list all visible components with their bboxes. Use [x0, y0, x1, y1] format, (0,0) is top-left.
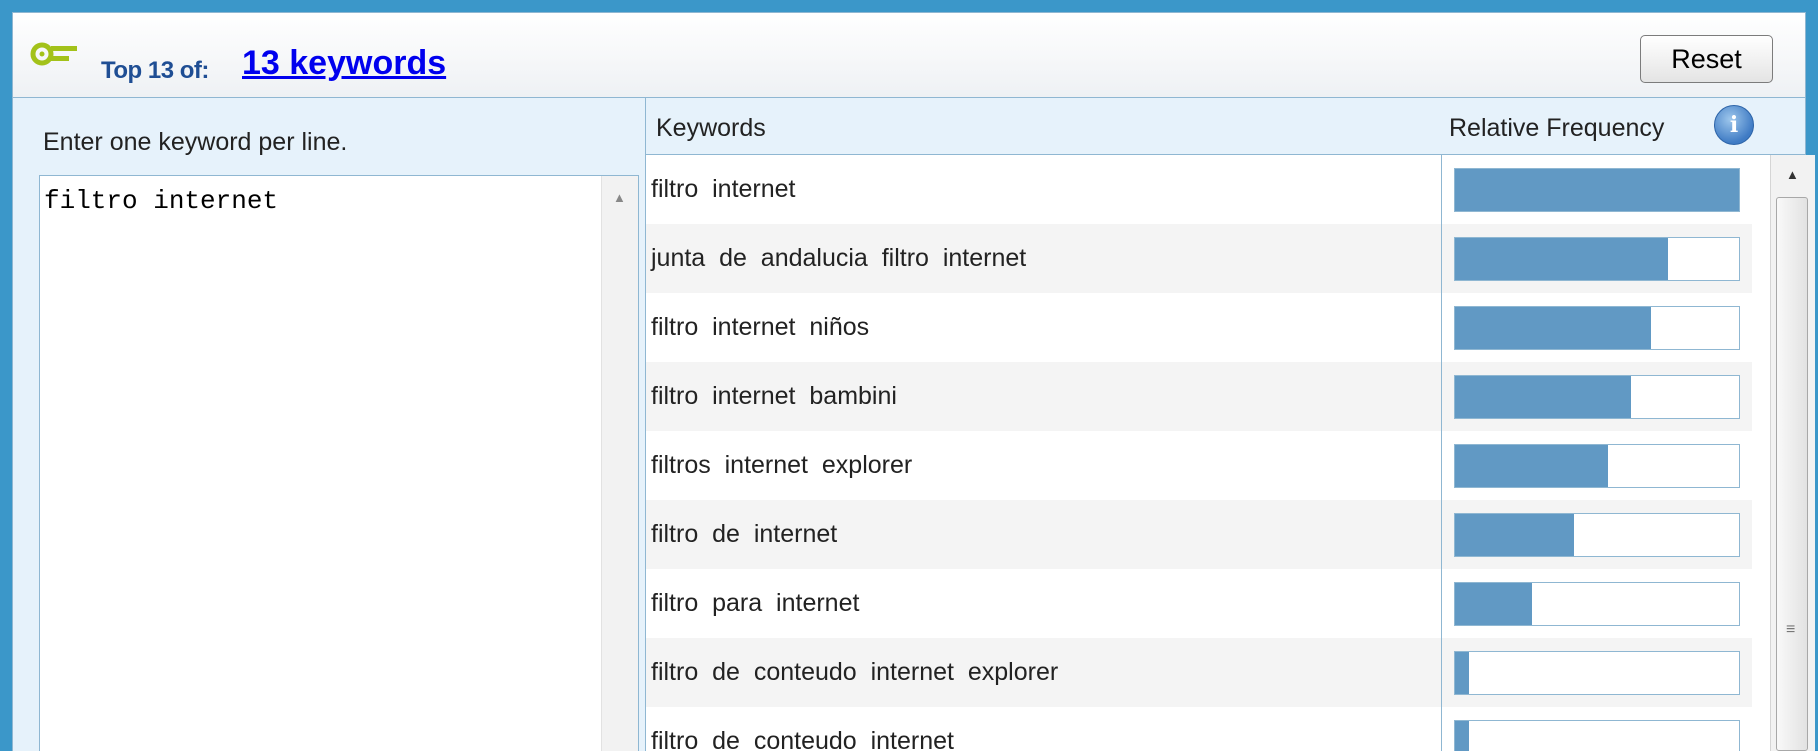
frequency-bar	[1454, 720, 1740, 751]
row-keyword: filtro de conteudo internet	[651, 727, 954, 751]
frequency-cell	[1441, 431, 1752, 500]
frequency-cell	[1441, 638, 1752, 707]
frequency-bar	[1454, 513, 1740, 557]
table-row[interactable]: filtro internet	[646, 155, 1752, 224]
frequency-cell	[1441, 293, 1752, 362]
frequency-bar	[1454, 237, 1740, 281]
app-frame: Top 13 of: 13 keywords Reset Enter one k…	[0, 0, 1818, 751]
table-row[interactable]: filtro internet bambini	[646, 362, 1752, 431]
keywords-column-header: Keywords	[656, 114, 766, 142]
results-header: Keywords Relative Frequency i	[646, 98, 1805, 155]
scroll-up-arrow-icon[interactable]: ▲	[1786, 167, 1799, 182]
panel-header: Top 13 of: 13 keywords Reset	[13, 13, 1805, 98]
frequency-bar	[1454, 582, 1740, 626]
results-column: Keywords Relative Frequency i filtro int…	[646, 98, 1815, 751]
scrollbar-thumb[interactable]: ≡	[1776, 197, 1808, 751]
grip-icon: ≡	[1786, 621, 1796, 638]
frequency-bar	[1454, 651, 1740, 695]
frequency-bar	[1454, 444, 1740, 488]
frequency-bar	[1454, 306, 1740, 350]
frequency-bar-fill	[1455, 514, 1575, 556]
results-scrollbar[interactable]: ▲ ≡	[1770, 155, 1815, 751]
input-column: Enter one keyword per line. filtro inter…	[13, 98, 646, 751]
frequency-bar-fill	[1455, 652, 1470, 694]
table-row[interactable]: filtro para internet	[646, 569, 1752, 638]
table-row[interactable]: junta de andalucia filtro internet	[646, 224, 1752, 293]
reset-button[interactable]: Reset	[1640, 35, 1773, 83]
frequency-column-header: Relative Frequency	[1449, 114, 1665, 142]
textarea-scrollbar[interactable]: ▲	[601, 176, 638, 751]
keyword-panel: Top 13 of: 13 keywords Reset Enter one k…	[12, 12, 1815, 751]
row-keyword: filtro internet niños	[651, 313, 870, 341]
row-keyword: filtro internet bambini	[651, 382, 897, 410]
results-list: filtro internet junta de andalucia filtr…	[646, 155, 1752, 751]
table-row[interactable]: filtro de conteudo internet explorer	[646, 638, 1752, 707]
frequency-bar-fill	[1455, 583, 1532, 625]
row-keyword: filtro de conteudo internet explorer	[651, 658, 1059, 686]
frequency-bar-fill	[1455, 376, 1632, 418]
frequency-bar	[1454, 375, 1740, 419]
row-keyword: filtro para internet	[651, 589, 860, 617]
frequency-cell	[1441, 500, 1752, 569]
table-row[interactable]: filtro de conteudo internet	[646, 707, 1752, 751]
row-keyword: filtro internet	[651, 175, 796, 203]
frequency-bar-fill	[1455, 169, 1739, 211]
row-keyword: filtros internet explorer	[651, 451, 913, 479]
frequency-bar-fill	[1455, 445, 1609, 487]
frequency-cell	[1441, 569, 1752, 638]
row-keyword: filtro de internet	[651, 520, 838, 548]
top-label: Top 13 of:	[101, 57, 209, 84]
table-row[interactable]: filtros internet explorer	[646, 431, 1752, 500]
row-keyword: junta de andalucia filtro internet	[651, 244, 1027, 272]
key-icon	[30, 42, 77, 66]
keywords-count-link[interactable]: 13 keywords	[242, 44, 446, 83]
frequency-cell	[1441, 707, 1752, 751]
table-row[interactable]: filtro de internet	[646, 500, 1752, 569]
frequency-cell	[1441, 155, 1752, 224]
frequency-bar	[1454, 168, 1740, 212]
table-row[interactable]: filtro internet niños	[646, 293, 1752, 362]
keyword-textarea[interactable]: filtro internet ▲	[39, 175, 639, 751]
input-hint: Enter one keyword per line.	[43, 128, 348, 156]
frequency-bar-fill	[1455, 307, 1651, 349]
frequency-cell	[1441, 362, 1752, 431]
frequency-cell	[1441, 224, 1752, 293]
info-icon[interactable]: i	[1714, 105, 1754, 145]
scroll-up-arrow-icon[interactable]: ▲	[613, 190, 626, 205]
frequency-bar-fill	[1455, 721, 1470, 751]
keyword-textarea-value[interactable]: filtro internet	[44, 186, 598, 216]
frequency-bar-fill	[1455, 238, 1668, 280]
